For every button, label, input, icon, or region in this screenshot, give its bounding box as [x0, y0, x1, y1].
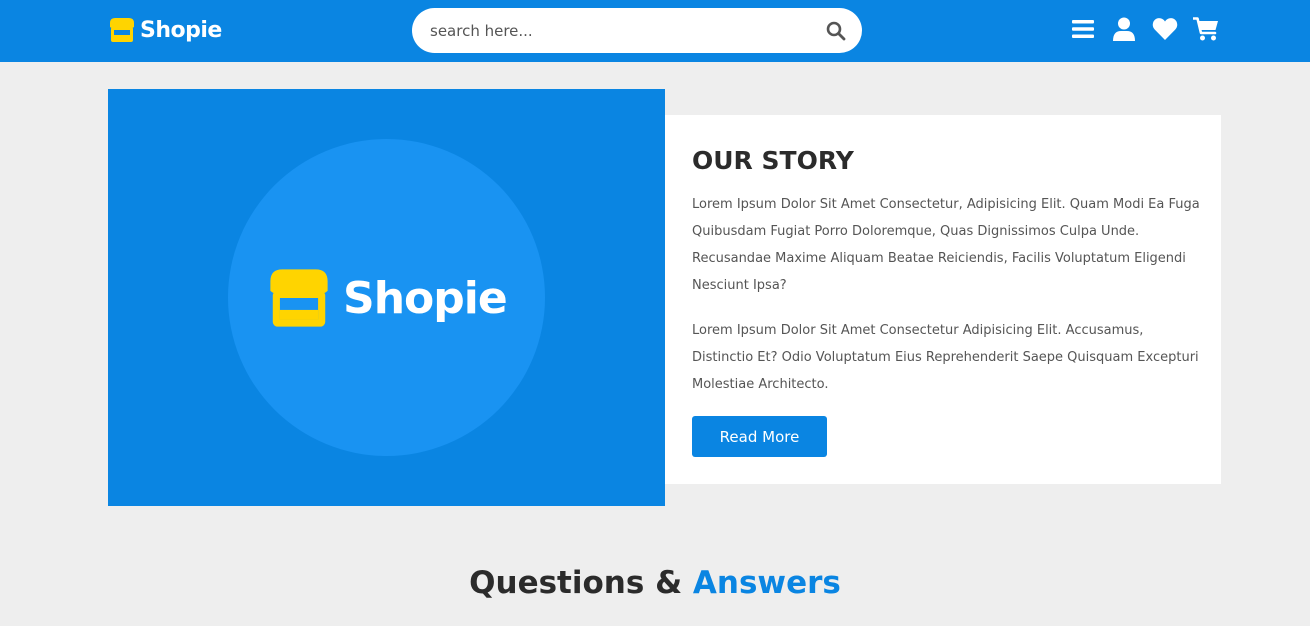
- search-icon[interactable]: [826, 21, 846, 41]
- story-card: OUR STORY Lorem Ipsum Dolor Sit Amet Con…: [665, 115, 1221, 484]
- qa-heading-accent: Answers: [692, 565, 841, 601]
- story-paragraph-1: Lorem Ipsum Dolor Sit Amet Consectetur, …: [692, 197, 1200, 293]
- top-header: Shopie: [0, 0, 1310, 62]
- story-title: OUR STORY: [692, 146, 854, 175]
- story-image: Shopie: [108, 89, 665, 506]
- search-input[interactable]: [430, 21, 810, 40]
- menu-icon[interactable]: [1070, 16, 1096, 42]
- search-bar: [412, 8, 862, 53]
- qa-heading-text: Questions &: [469, 565, 693, 601]
- image-brand-name: Shopie: [343, 272, 508, 324]
- cart-icon[interactable]: [1193, 16, 1219, 42]
- qa-heading: Questions & Answers: [0, 565, 1310, 601]
- image-logo: Shopie: [263, 267, 508, 329]
- store-icon: [110, 18, 134, 42]
- brand-logo-link[interactable]: Shopie: [108, 17, 222, 43]
- brand-name: Shopie: [140, 17, 222, 43]
- heart-icon[interactable]: [1152, 16, 1178, 42]
- header-icons: [1070, 16, 1219, 42]
- story-paragraph-2: Lorem Ipsum Dolor Sit Amet Consectetur A…: [692, 323, 1199, 392]
- store-icon: [270, 269, 328, 327]
- read-more-button[interactable]: Read More: [692, 416, 827, 457]
- user-icon[interactable]: [1111, 16, 1137, 42]
